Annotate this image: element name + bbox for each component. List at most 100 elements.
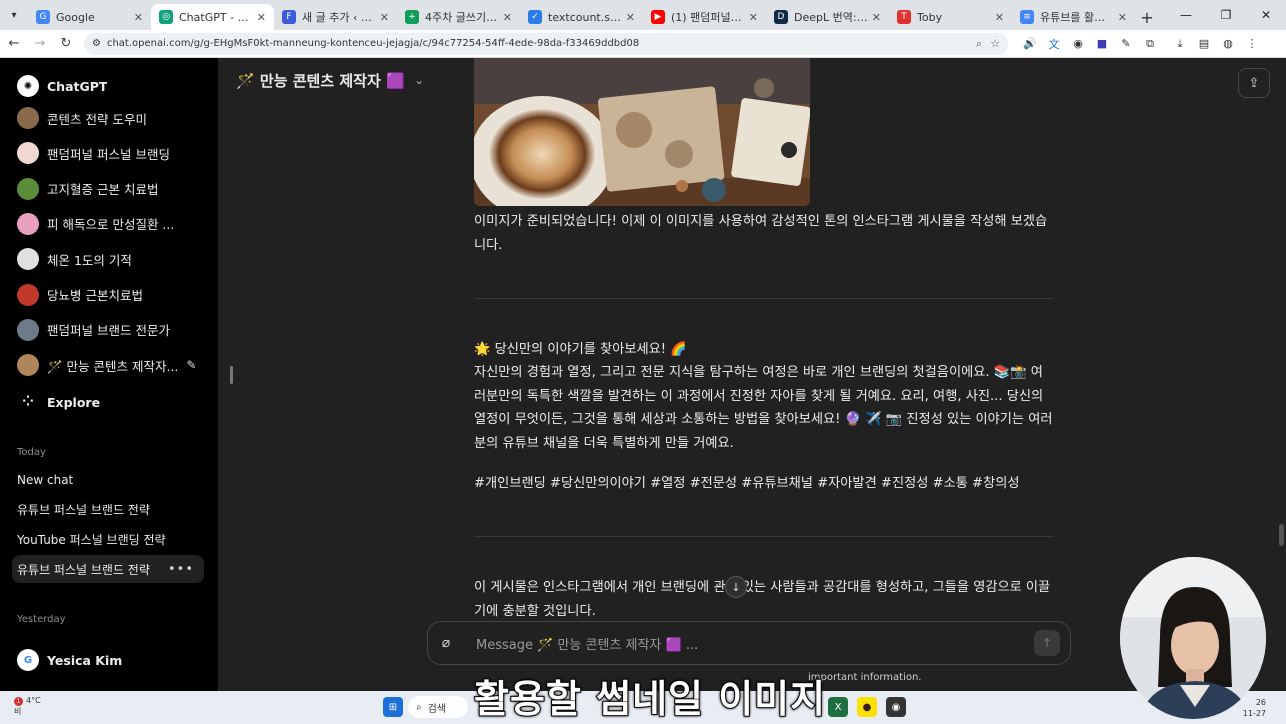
- tab-close-icon[interactable]: ✕: [749, 11, 758, 24]
- tab-close-icon[interactable]: ✕: [380, 11, 389, 24]
- sidebar-gpt-item[interactable]: 팬덤퍼널 퍼스널 브랜딩: [12, 137, 204, 169]
- chevron-down-icon: ⌄: [414, 74, 424, 87]
- browser-menu-icon[interactable]: ⋮: [1240, 32, 1264, 56]
- windows-start-icon[interactable]: ⊞: [383, 697, 403, 717]
- tab-close-icon[interactable]: ✕: [134, 11, 143, 24]
- tab-favicon-icon: F: [282, 10, 296, 24]
- system-clock[interactable]: 26 11-27: [1243, 697, 1266, 719]
- tab-close-icon[interactable]: ✕: [1118, 11, 1127, 24]
- address-bar[interactable]: ⚙ chat.openai.com/g/g-EHgMsF0kt-manneung…: [84, 32, 1008, 55]
- sidebar-gpt-item[interactable]: 콘텐츠 전략 도우미: [12, 102, 204, 134]
- weather-widget[interactable]: 1 4°C 비: [14, 695, 74, 721]
- extension-icon-1[interactable]: ◉: [1066, 32, 1090, 56]
- tab-close-icon[interactable]: ✕: [257, 11, 266, 24]
- screen: ▾ G Google ✕ ◎ ChatGPT - 🪄 만능 ✕ F 새 글 추가 ‹ 팬덤퍼널…: [0, 0, 1286, 724]
- site-info-icon[interactable]: ⚙: [92, 38, 101, 49]
- sidebar-gpt-item[interactable]: 체온 1도의 기적: [12, 243, 204, 275]
- browser-tab-strip: ▾ G Google ✕ ◎ ChatGPT - 🪄 만능 ✕ F 새 글 추가 ‹ 팬덤퍼널…: [0, 0, 1286, 30]
- reload-icon[interactable]: ↻: [54, 32, 78, 56]
- browser-tab[interactable]: +4주차 글쓰기 프로젝 ✕: [397, 4, 520, 30]
- openai-logo-icon: ✺: [17, 75, 39, 97]
- post-hashtags: #개인브랜딩 #당신만의이야기 #열정 #전문성 #유튜브채널 #자아발견 #진…: [474, 476, 1020, 491]
- gpt-avatar: [17, 177, 39, 200]
- generated-image[interactable]: [474, 58, 810, 206]
- tab-favicon-icon: ≡: [1020, 10, 1034, 24]
- restore-icon[interactable]: ❐: [1206, 0, 1246, 30]
- gpt-label: 당뇨병 근본치료법: [47, 288, 143, 303]
- extensions-puzzle-icon[interactable]: ⧉: [1138, 32, 1162, 56]
- sidebar-toggle-handle[interactable]: [230, 366, 233, 384]
- message-composer[interactable]: ⌀ Message 🪄 만능 콘텐츠 제작자 🟪 ... ↑: [427, 621, 1071, 665]
- url-text: chat.openai.com/g/g-EHgMsF0kt-manneung-k…: [106, 38, 640, 49]
- tab-close-icon[interactable]: ✕: [872, 11, 881, 24]
- gpt-selector[interactable]: 🪄 만능 콘텐츠 제작자 🟪 ⌄: [236, 70, 424, 91]
- tab-search-icon[interactable]: ▾: [0, 0, 28, 30]
- profile-avatar-icon[interactable]: ◍: [1216, 32, 1240, 56]
- sidebar-chatgpt[interactable]: ✺ ChatGPT: [12, 70, 204, 102]
- minimize-icon[interactable]: —: [1166, 0, 1206, 30]
- tab-label: 4주차 글쓰기 프로젝: [425, 11, 499, 24]
- tab-label: Google: [56, 10, 95, 24]
- speaker-icon[interactable]: 🔊: [1018, 32, 1042, 56]
- message-input[interactable]: Message 🪄 만능 콘텐츠 제작자 🟪 ...: [476, 634, 1034, 653]
- browser-tab[interactable]: T Toby ✕: [889, 4, 1012, 30]
- new-chat-edit-icon[interactable]: ✎: [186, 358, 196, 372]
- gpt-label: 콘텐츠 전략 도우미: [47, 111, 147, 127]
- tab-favicon-icon: ✓: [528, 10, 542, 24]
- chat-history-item[interactable]: YouTube 퍼스널 브랜딩 전략: [12, 525, 204, 553]
- browser-tab[interactable]: ◎ ChatGPT - 🪄 만능 ✕: [151, 4, 274, 30]
- tab-close-icon[interactable]: ✕: [995, 11, 1004, 24]
- kakaotalk-icon[interactable]: ●: [857, 697, 877, 717]
- download-icon[interactable]: ⤓: [1168, 32, 1192, 56]
- attach-icon[interactable]: ⌀: [428, 635, 464, 651]
- extension-icon-2[interactable]: ■: [1090, 32, 1114, 56]
- gpt-avatar: [17, 318, 39, 341]
- translate-icon[interactable]: 文: [1042, 32, 1066, 56]
- gpt-avatar: [17, 142, 39, 165]
- sidebar-explore[interactable]: ⁘ Explore: [12, 386, 204, 418]
- extension-icon-3[interactable]: ✎: [1114, 32, 1138, 56]
- zoom-icon[interactable]: ⌕: [976, 37, 982, 51]
- section-yesterday: Yesterday: [17, 614, 66, 625]
- tab-close-icon[interactable]: ✕: [626, 11, 635, 24]
- close-window-icon[interactable]: ✕: [1246, 0, 1286, 30]
- app-icon[interactable]: ◉: [886, 697, 906, 717]
- chat-history-item[interactable]: 유튜브 퍼스널 브랜드 전략 •••: [12, 555, 204, 584]
- bookmark-star-icon[interactable]: ☆: [990, 37, 1000, 50]
- scrollbar-thumb[interactable]: [1279, 524, 1284, 546]
- sidebar-gpt-item[interactable]: 피 해독으로 만성질환 ...: [12, 208, 204, 240]
- new-tab-button[interactable]: +: [1135, 4, 1159, 30]
- tab-label: 유튜브를 활용한 퍼스: [1040, 11, 1114, 24]
- taskbar-search[interactable]: ⌕ 검색: [408, 696, 468, 718]
- more-options-icon[interactable]: •••: [168, 562, 194, 577]
- gpt-avatar: [17, 354, 39, 377]
- sidebar-gpt-item[interactable]: 팬덤퍼널 브랜드 전문가: [12, 314, 204, 346]
- browser-tab[interactable]: F 새 글 추가 ‹ 팬덤퍼널 ✕: [274, 4, 397, 30]
- sidepanel-icon[interactable]: ▤: [1192, 32, 1216, 56]
- tab-favicon-icon: T: [897, 10, 911, 24]
- gpt-label: 팬덤퍼널 퍼스널 브랜딩: [47, 146, 170, 162]
- browser-tab[interactable]: ▶ (1) 팬덤퍼널 - YouTu ✕: [643, 4, 766, 30]
- browser-toolbar: ← → ↻ ⚙ chat.openai.com/g/g-EHgMsF0kt-ma…: [0, 30, 1286, 58]
- divider: [474, 298, 1054, 299]
- sidebar-gpt-item[interactable]: 당뇨병 근본치료법: [12, 279, 204, 311]
- send-button[interactable]: ↑: [1034, 630, 1060, 656]
- browser-tab[interactable]: D DeepL 번역: 세계에서 ✕: [766, 4, 889, 30]
- tab-label: (1) 팬덤퍼널 - YouTu: [671, 11, 745, 24]
- chat-history-item[interactable]: New chat: [12, 466, 204, 494]
- browser-tab[interactable]: G Google ✕: [28, 4, 151, 30]
- back-icon[interactable]: ←: [2, 32, 26, 56]
- user-menu[interactable]: G Yesica Kim: [12, 644, 204, 676]
- sidebar-gpt-item[interactable]: 고지혈증 근본 치료법: [12, 173, 204, 205]
- browser-tab[interactable]: ≡ 유튜브를 활용한 퍼스 ✕: [1012, 4, 1135, 30]
- browser-tab[interactable]: ✓ textcount.savoo.com ✕: [520, 4, 643, 30]
- sidebar-gpt-item[interactable]: 🪄 만능 콘텐츠 제작자... ✎: [12, 349, 204, 381]
- tab-favicon-icon: G: [36, 10, 50, 24]
- forward-icon[interactable]: →: [28, 32, 52, 56]
- scroll-down-button[interactable]: ↓: [725, 576, 747, 598]
- excel-icon[interactable]: X: [828, 697, 848, 717]
- share-button[interactable]: ⇪: [1238, 68, 1270, 98]
- chat-history-item[interactable]: 유튜브 퍼스널 브랜드 전략: [12, 496, 204, 524]
- gpt-label: 고지혈증 근본 치료법: [47, 182, 159, 198]
- tab-close-icon[interactable]: ✕: [503, 11, 512, 24]
